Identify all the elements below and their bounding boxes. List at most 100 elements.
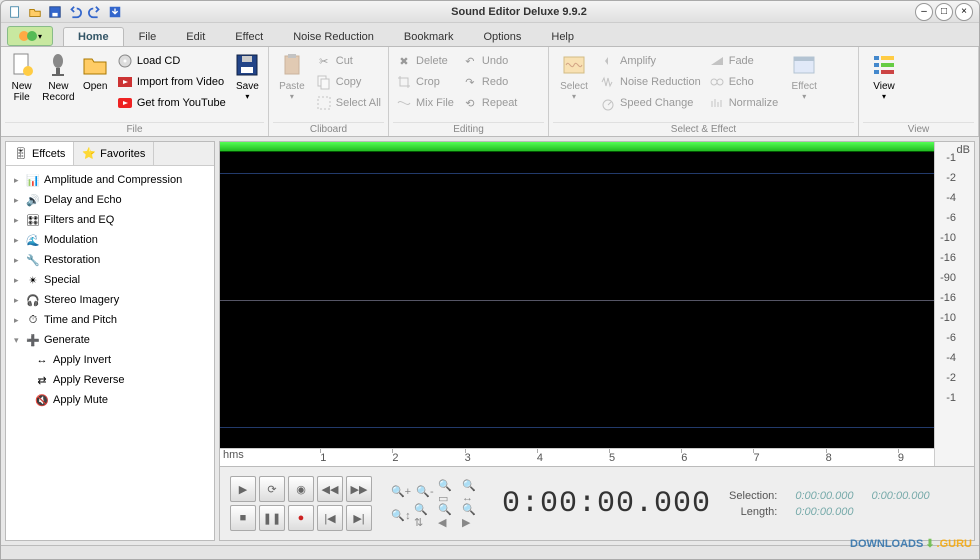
new-file-button[interactable]: New File bbox=[5, 49, 38, 105]
tab-home[interactable]: Home bbox=[63, 27, 124, 46]
mix-icon bbox=[396, 95, 412, 111]
db-mark: -16 bbox=[940, 292, 956, 304]
app-menu-button[interactable]: ▾ bbox=[7, 26, 53, 46]
stop-button[interactable]: ■ bbox=[230, 505, 256, 531]
waveform-display[interactable]: hms 123456789 bbox=[220, 142, 934, 466]
delete-button[interactable]: ✖Delete bbox=[393, 51, 457, 71]
qat-redo-icon[interactable] bbox=[87, 4, 103, 20]
echo-button[interactable]: Echo bbox=[706, 72, 782, 92]
zoom-out-v-button[interactable]: 🔍⇅ bbox=[414, 505, 436, 527]
tree-item[interactable]: ▸✴Special bbox=[8, 270, 212, 290]
maximize-button[interactable]: □ bbox=[935, 3, 953, 21]
crop-button[interactable]: Crop bbox=[393, 72, 457, 92]
qat-export-icon[interactable] bbox=[107, 4, 123, 20]
undo-button[interactable]: ↶Undo bbox=[459, 51, 520, 71]
open-button[interactable]: Open bbox=[79, 49, 112, 94]
repeat-button[interactable]: ⟲Repeat bbox=[459, 93, 520, 113]
tree-item[interactable]: ▸🎛Filters and EQ bbox=[8, 210, 212, 230]
qat-undo-icon[interactable] bbox=[67, 4, 83, 20]
tree-item[interactable]: ▾➕Generate bbox=[8, 330, 212, 350]
close-button[interactable]: × bbox=[955, 3, 973, 21]
db-unit: dB bbox=[957, 144, 970, 156]
effects-tree[interactable]: ▸📊Amplitude and Compression ▸🔊Delay and … bbox=[6, 166, 214, 540]
play-loop-button[interactable]: ⟳ bbox=[259, 476, 285, 502]
tree-item[interactable]: ▸🔊Delay and Echo bbox=[8, 190, 212, 210]
zoom-in-v-button[interactable]: 🔍↕ bbox=[390, 505, 412, 527]
select-button[interactable]: Select▾ bbox=[553, 49, 595, 103]
cut-button[interactable]: ✂Cut bbox=[313, 51, 384, 71]
play-button[interactable]: ▶ bbox=[230, 476, 256, 502]
load-cd-button[interactable]: Load CD bbox=[114, 51, 229, 71]
qat-open-icon[interactable] bbox=[27, 4, 43, 20]
tab-noise-reduction[interactable]: Noise Reduction bbox=[278, 27, 389, 46]
tree-item-child[interactable]: 🔇Apply Mute bbox=[8, 390, 212, 410]
sidebar-tab-effects[interactable]: 🎚Effcets bbox=[6, 142, 74, 165]
tab-options[interactable]: Options bbox=[468, 27, 536, 46]
get-youtube-button[interactable]: Get from YouTube bbox=[114, 93, 229, 113]
tree-item[interactable]: ▸🌊Modulation bbox=[8, 230, 212, 250]
tree-item-child[interactable]: ⇄Apply Reverse bbox=[8, 370, 212, 390]
transport-bar: ▶ ⟳ ◉ ◀◀ ▶▶ ■ ❚❚ ● |◀ ▶| 🔍+ 🔍- 🔍▭ 🔍↔ � bbox=[219, 467, 975, 541]
tree-item[interactable]: ▸🎧Stereo Imagery bbox=[8, 290, 212, 310]
tab-effect[interactable]: Effect bbox=[220, 27, 278, 46]
zoom-fit-button[interactable]: 🔍↔ bbox=[462, 481, 484, 503]
qat-save-icon[interactable] bbox=[47, 4, 63, 20]
group-label-editing: Editing bbox=[393, 122, 544, 136]
zoom-out-button[interactable]: 🔍- bbox=[414, 481, 436, 503]
tab-edit[interactable]: Edit bbox=[171, 27, 220, 46]
zoom-buttons: 🔍+ 🔍- 🔍▭ 🔍↔ 🔍↕ 🔍⇅ 🔍◀ 🔍▶ bbox=[390, 481, 484, 527]
tab-help[interactable]: Help bbox=[536, 27, 589, 46]
view-button[interactable]: View▾ bbox=[863, 49, 905, 103]
record-button[interactable]: ● bbox=[288, 505, 314, 531]
import-video-button[interactable]: Import from Video bbox=[114, 72, 229, 92]
noise-icon bbox=[600, 74, 616, 90]
forward-button[interactable]: ▶▶ bbox=[346, 476, 372, 502]
length-label: Length: bbox=[729, 506, 777, 518]
ruler-tick: 3 bbox=[465, 452, 471, 464]
fade-button[interactable]: Fade bbox=[706, 51, 782, 71]
qat-new-icon[interactable] bbox=[7, 4, 23, 20]
tree-item[interactable]: ▸🔧Restoration bbox=[8, 250, 212, 270]
tab-file[interactable]: File bbox=[124, 27, 172, 46]
pause-button[interactable]: ❚❚ bbox=[259, 505, 285, 531]
ruler-tick: 6 bbox=[681, 452, 687, 464]
tab-bookmark[interactable]: Bookmark bbox=[389, 27, 469, 46]
folder-open-icon bbox=[81, 51, 109, 79]
zoom-right-button[interactable]: 🔍▶ bbox=[462, 505, 484, 527]
save-button[interactable]: Save▾ bbox=[231, 49, 264, 103]
quick-access-toolbar bbox=[7, 4, 123, 20]
minimize-button[interactable]: – bbox=[915, 3, 933, 21]
paste-button[interactable]: Paste▾ bbox=[273, 49, 311, 103]
waveform-canvas[interactable] bbox=[220, 152, 934, 448]
go-end-button[interactable]: ▶| bbox=[346, 505, 372, 531]
timeline-header[interactable] bbox=[220, 142, 934, 152]
zoom-sel-button[interactable]: 🔍▭ bbox=[438, 481, 460, 503]
mix-file-button[interactable]: Mix File bbox=[393, 93, 457, 113]
tree-item[interactable]: ▸📊Amplitude and Compression bbox=[8, 170, 212, 190]
sidebar-tab-favorites[interactable]: ⭐Favorites bbox=[74, 142, 154, 165]
normalize-button[interactable]: Normalize bbox=[706, 93, 782, 113]
speed-change-button[interactable]: Speed Change bbox=[597, 93, 704, 113]
category-icon: ⏱ bbox=[25, 312, 41, 328]
new-record-button[interactable]: New Record bbox=[40, 49, 76, 105]
amplify-icon bbox=[600, 53, 616, 69]
db-mark: -4 bbox=[946, 192, 956, 204]
tree-item[interactable]: ▸⏱Time and Pitch bbox=[8, 310, 212, 330]
redo-button[interactable]: ↷Redo bbox=[459, 72, 520, 92]
amplify-button[interactable]: Amplify bbox=[597, 51, 704, 71]
copy-button[interactable]: Copy bbox=[313, 72, 384, 92]
play-selection-button[interactable]: ◉ bbox=[288, 476, 314, 502]
youtube-icon bbox=[117, 95, 133, 111]
tree-item-child[interactable]: ↔Apply Invert bbox=[8, 350, 212, 370]
rewind-button[interactable]: ◀◀ bbox=[317, 476, 343, 502]
effect-button[interactable]: Effect▾ bbox=[783, 49, 825, 103]
ruler-tick: 2 bbox=[392, 452, 398, 464]
zoom-left-button[interactable]: 🔍◀ bbox=[438, 505, 460, 527]
noise-reduction-button[interactable]: Noise Reduction bbox=[597, 72, 704, 92]
zoom-in-button[interactable]: 🔍+ bbox=[390, 481, 412, 503]
time-ruler[interactable]: hms 123456789 bbox=[220, 448, 934, 466]
select-all-button[interactable]: Select All bbox=[313, 93, 384, 113]
microphone-icon bbox=[44, 51, 72, 79]
length-value: 0:00:00.000 bbox=[795, 506, 853, 518]
go-start-button[interactable]: |◀ bbox=[317, 505, 343, 531]
